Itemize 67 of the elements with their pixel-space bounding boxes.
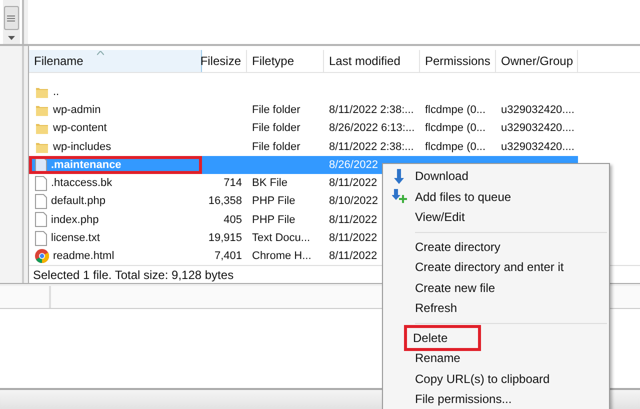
menu-item[interactable]: Refresh <box>412 300 460 316</box>
menu-item[interactable]: Delete <box>407 328 478 348</box>
table-cell: PHP File <box>252 214 296 226</box>
table-cell: Chrome H... <box>252 250 312 262</box>
menu-item[interactable]: View/Edit <box>412 209 468 226</box>
menu-item[interactable]: Create directory <box>412 238 504 255</box>
file-name[interactable]: wp-includes <box>53 140 112 153</box>
table-cell: flcdmpe (0... <box>425 122 486 134</box>
folder-icon <box>35 121 49 136</box>
status-text: Selected 1 file. Total size: 9,128 bytes <box>33 268 234 282</box>
column-header[interactable]: Filesize <box>202 50 247 72</box>
menu-item[interactable]: Create directory and enter it <box>412 259 567 276</box>
file-name[interactable]: default.php <box>51 195 106 208</box>
file-name[interactable]: readme.html <box>53 250 114 262</box>
browser-icon <box>35 249 49 264</box>
table-cell: 16,358 <box>208 195 242 208</box>
table-cell: 8/11/2022 2:38:... <box>329 140 414 153</box>
menu-item[interactable]: File permissions... <box>412 391 515 408</box>
column-header[interactable]: Owner/Group <box>496 50 578 72</box>
table-cell: 714 <box>224 177 242 190</box>
file-icon <box>35 194 47 209</box>
column-header[interactable]: Filename <box>29 50 202 72</box>
file-icon <box>35 157 47 172</box>
file-name[interactable]: .htaccess.bk <box>51 177 112 190</box>
menu-item[interactable]: Rename <box>412 350 464 366</box>
table-cell: Text Docu... <box>252 232 310 244</box>
table-cell: u329032420.... <box>501 140 574 153</box>
grip-icon <box>7 14 15 22</box>
file-icon <box>35 230 47 246</box>
file-name[interactable]: wp-admin <box>53 104 101 116</box>
table-cell: File folder <box>252 104 300 116</box>
table-cell: BK File <box>252 177 288 190</box>
table-cell: 8/11/2022 <box>329 250 378 262</box>
menu-item[interactable]: Download <box>412 168 472 184</box>
table-cell: flcdmpe (0... <box>425 140 486 153</box>
column-header[interactable]: Filetype <box>247 50 324 72</box>
file-icon <box>35 176 47 191</box>
table-cell: u329032420.... <box>501 122 574 134</box>
menu-item[interactable]: Add files to queue <box>412 188 514 205</box>
table-cell: 8/11/2022 <box>329 177 378 190</box>
add-to-queue-icon <box>392 189 406 204</box>
table-cell: flcdmpe (0... <box>425 104 486 116</box>
table-cell: 8/26/2022 <box>329 158 378 171</box>
table-cell: u329032420.... <box>501 104 574 116</box>
table-cell: 8/26/2022 6:13:... <box>329 122 415 134</box>
file-name[interactable]: index.php <box>51 214 99 226</box>
file-name[interactable]: .. <box>53 86 60 98</box>
table-cell: 8/10/2022 <box>329 195 378 208</box>
scrollbar[interactable] <box>2 0 20 44</box>
menu-item[interactable]: Create new file <box>412 280 498 296</box>
download-arrow-icon <box>394 168 404 184</box>
table-cell: File folder <box>252 140 300 153</box>
table-cell: 405 <box>224 214 242 226</box>
down-arrow-icon[interactable] <box>8 36 14 40</box>
column-header[interactable]: Permissions <box>420 50 496 72</box>
table-cell: 8/11/2022 <box>329 214 378 226</box>
table-cell: 8/11/2022 <box>329 232 378 244</box>
file-name[interactable]: wp-content <box>53 122 107 134</box>
file-name[interactable]: license.txt <box>51 232 100 244</box>
table-cell: 8/11/2022 2:38:... <box>329 104 414 116</box>
file-icon <box>35 212 47 228</box>
column-header[interactable]: Last modified <box>324 50 420 72</box>
table-cell: PHP File <box>252 195 296 208</box>
table-cell: File folder <box>252 122 300 134</box>
menu-item[interactable]: Copy URL(s) to clipboard <box>412 370 553 387</box>
table-cell: 19,915 <box>208 232 242 244</box>
table-cell: 7,401 <box>214 250 242 262</box>
